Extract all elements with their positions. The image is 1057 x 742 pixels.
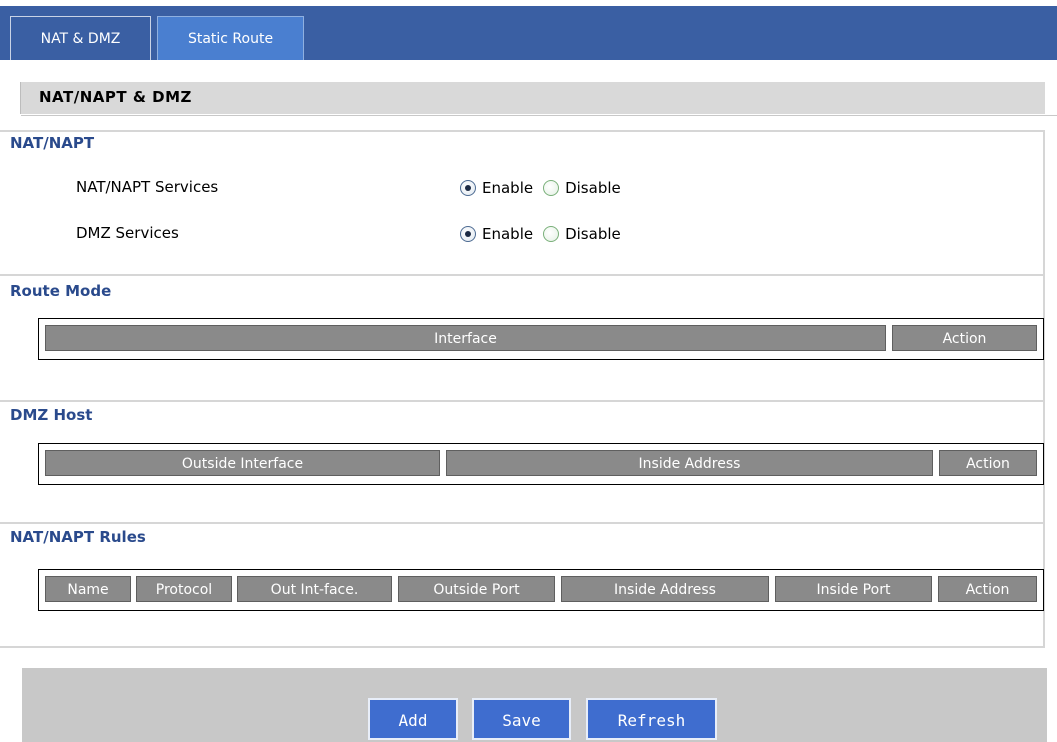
tab-nat-dmz[interactable]: NAT & DMZ bbox=[10, 16, 151, 60]
section-title-nat-napt: NAT/NAPT bbox=[10, 134, 95, 152]
nat-napt-disable-radio[interactable] bbox=[543, 180, 560, 196]
divider bbox=[0, 274, 1045, 276]
column-header-inside-address: Inside Address bbox=[446, 450, 933, 476]
disable-label: Disable bbox=[565, 179, 621, 197]
column-header-action: Action bbox=[892, 325, 1037, 351]
refresh-button[interactable]: Refresh bbox=[586, 698, 717, 740]
save-button[interactable]: Save bbox=[472, 698, 571, 740]
section-title-route-mode: Route Mode bbox=[10, 282, 112, 300]
enable-label: Enable bbox=[482, 225, 534, 243]
route-mode-table: Interface Action bbox=[38, 318, 1044, 360]
column-header-inside-port: Inside Port bbox=[775, 576, 932, 602]
column-header-action: Action bbox=[938, 576, 1037, 602]
column-header-out-interface: Out Int-face. bbox=[237, 576, 392, 602]
nat-napt-enable-radio[interactable] bbox=[460, 180, 476, 196]
section-title-dmz-host: DMZ Host bbox=[10, 406, 93, 424]
column-header-action: Action bbox=[939, 450, 1037, 476]
top-navigation: NAT & DMZ Static Route bbox=[0, 0, 1057, 60]
enable-label: Enable bbox=[482, 179, 534, 197]
divider bbox=[1043, 130, 1045, 276]
nat-napt-rules-table: Name Protocol Out Int-face. Outside Port… bbox=[38, 569, 1044, 611]
column-header-inside-address: Inside Address bbox=[561, 576, 769, 602]
column-header-interface: Interface bbox=[45, 325, 886, 351]
column-header-protocol: Protocol bbox=[136, 576, 232, 602]
divider bbox=[0, 522, 1045, 524]
add-button[interactable]: Add bbox=[368, 698, 458, 740]
page-title-bar: NAT/NAPT & DMZ bbox=[20, 82, 1057, 116]
divider bbox=[0, 646, 1045, 648]
column-header-outside-interface: Outside Interface bbox=[45, 450, 440, 476]
disable-label: Disable bbox=[565, 225, 621, 243]
column-header-name: Name bbox=[45, 576, 131, 602]
dmz-services-label: DMZ Services bbox=[76, 224, 179, 242]
dmz-disable-radio[interactable] bbox=[543, 226, 560, 242]
dmz-enable-radio[interactable] bbox=[460, 226, 476, 242]
dmz-host-table: Outside Interface Inside Address Action bbox=[38, 443, 1044, 485]
column-header-outside-port: Outside Port bbox=[398, 576, 555, 602]
page-title: NAT/NAPT & DMZ bbox=[39, 88, 192, 106]
nat-napt-services-radio-group: Enable Disable bbox=[460, 178, 625, 198]
dmz-services-radio-group: Enable Disable bbox=[460, 224, 625, 244]
divider bbox=[0, 130, 1045, 132]
button-bar: Add Save Refresh bbox=[22, 668, 1047, 742]
divider bbox=[0, 400, 1045, 402]
nat-napt-services-label: NAT/NAPT Services bbox=[76, 178, 219, 196]
tab-static-route[interactable]: Static Route bbox=[157, 16, 304, 60]
section-title-nat-napt-rules: NAT/NAPT Rules bbox=[10, 528, 146, 546]
